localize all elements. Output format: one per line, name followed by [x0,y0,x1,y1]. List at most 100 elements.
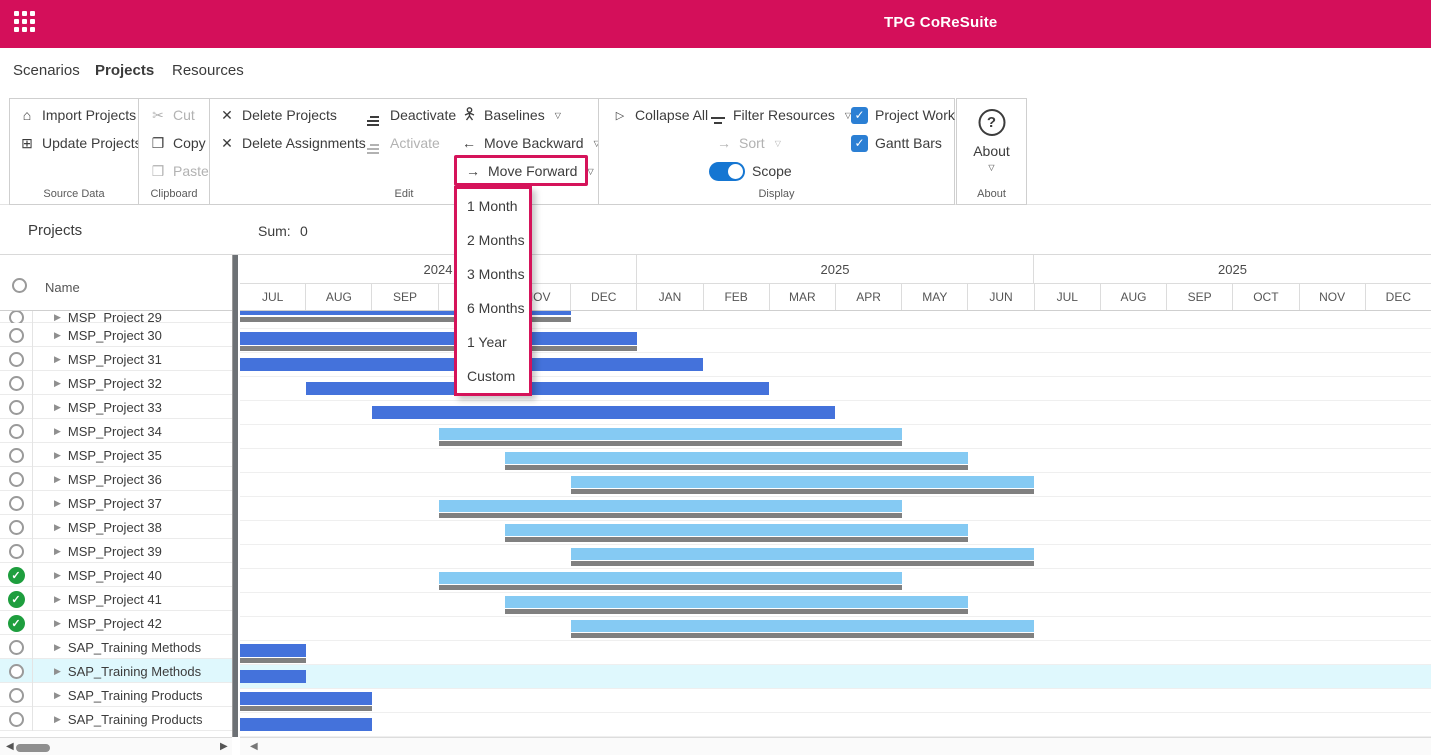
expand-triangle-icon[interactable]: ▶ [54,450,61,461]
table-row[interactable]: ✓▶MSP_Project 41 [0,587,232,611]
table-row[interactable]: ▶MSP_Project 34 [0,419,232,443]
row-radio[interactable] [9,352,24,367]
gantt-bar[interactable] [240,692,372,705]
gantt-row[interactable] [240,425,1431,449]
table-row[interactable]: ▶MSP_Project 30 [0,323,232,347]
table-row[interactable]: ▶MSP_Project 36 [0,467,232,491]
expand-triangle-icon[interactable]: ▶ [54,474,61,485]
gantt-row[interactable] [240,713,1431,737]
row-radio[interactable] [9,640,24,655]
question-mark-icon[interactable]: ? [978,109,1005,136]
row-radio[interactable] [9,520,24,535]
table-row[interactable]: ▶MSP_Project 31 [0,347,232,371]
update-projects-button[interactable]: ⊞ Update Projects [19,132,142,154]
gantt-row[interactable] [240,641,1431,665]
scroll-right-icon[interactable]: ▶ [220,741,228,752]
table-row[interactable]: ▶MSP_Project 35 [0,443,232,467]
cut-button[interactable]: ✂ Cut [150,104,195,126]
toggle-on-icon[interactable] [709,162,745,181]
checked-status-icon[interactable]: ✓ [8,591,25,608]
expand-triangle-icon[interactable]: ▶ [54,312,61,323]
table-row[interactable]: ▶SAP_Training Methods [0,659,232,683]
row-radio[interactable] [9,664,24,679]
gantt-bar[interactable] [439,500,902,512]
table-row[interactable]: ✓▶MSP_Project 40 [0,563,232,587]
table-row[interactable]: ▶MSP_Project 39 [0,539,232,563]
checkbox-checked-icon[interactable]: ✓ [851,135,868,152]
row-radio[interactable] [9,472,24,487]
gantt-row[interactable] [240,617,1431,641]
row-radio[interactable] [9,496,24,511]
activate-button[interactable]: Activate [367,132,440,154]
row-radio[interactable] [9,424,24,439]
row-radio[interactable] [9,400,24,415]
checked-status-icon[interactable]: ✓ [8,567,25,584]
menu-item[interactable]: 1 Year [457,325,529,359]
gantt-row[interactable] [240,689,1431,713]
row-radio[interactable] [9,328,24,343]
scroll-left-icon[interactable]: ◀ [6,741,14,752]
gantt-row[interactable] [240,311,1431,329]
gantt-row[interactable] [240,665,1431,689]
gantt-bar[interactable] [571,620,1034,632]
gantt-bar[interactable] [505,596,968,608]
table-row[interactable]: ▶MSP_Project 37 [0,491,232,515]
baselines-button[interactable]: Baselines ▽ [461,104,561,126]
row-radio[interactable] [9,376,24,391]
expand-triangle-icon[interactable]: ▶ [54,618,61,629]
gantt-row[interactable] [240,521,1431,545]
scroll-left-icon[interactable]: ◀ [250,741,258,752]
expand-triangle-icon[interactable]: ▶ [54,330,61,341]
move-forward-button[interactable]: → Move Forward ▽ [465,160,594,182]
import-projects-button[interactable]: ⌂ Import Projects [19,104,136,126]
pane-splitter[interactable] [232,255,238,737]
expand-triangle-icon[interactable]: ▶ [54,402,61,413]
chevron-down-icon[interactable]: ▽ [957,163,1026,172]
scope-toggle[interactable]: Scope [709,160,792,182]
menu-item[interactable]: 1 Month [457,189,529,223]
gantt-bar[interactable] [372,406,835,419]
gantt-row[interactable] [240,449,1431,473]
expand-triangle-icon[interactable]: ▶ [54,546,61,557]
table-row[interactable]: ✓▶MSP_Project 42 [0,611,232,635]
gantt-bars-checkbox[interactable]: ✓ Gantt Bars [851,132,942,154]
expand-triangle-icon[interactable]: ▶ [54,522,61,533]
expand-triangle-icon[interactable]: ▶ [54,378,61,389]
row-radio[interactable] [9,688,24,703]
paste-button[interactable]: ❒ Paste [150,160,209,182]
delete-assignments-button[interactable]: ✕ Delete Assignments [219,132,366,154]
expand-triangle-icon[interactable]: ▶ [54,714,61,725]
table-row[interactable]: ▶SAP_Training Methods [0,635,232,659]
deactivate-button[interactable]: Deactivate [367,104,456,126]
delete-projects-button[interactable]: ✕ Delete Projects [219,104,337,126]
tab-scenarios[interactable]: Scenarios [13,62,80,79]
expand-triangle-icon[interactable]: ▶ [54,354,61,365]
table-row[interactable]: ▶MSP_Project 38 [0,515,232,539]
about-button[interactable]: About [957,143,1026,159]
expand-triangle-icon[interactable]: ▶ [54,570,61,581]
tab-projects[interactable]: Projects [95,62,154,79]
table-row[interactable]: ▶SAP_Training Products [0,707,232,731]
project-work-checkbox[interactable]: ✓ Project Work [851,104,955,126]
gantt-row[interactable] [240,401,1431,425]
expand-triangle-icon[interactable]: ▶ [54,594,61,605]
menu-item[interactable]: 3 Months [457,257,529,291]
table-row[interactable]: ▶MSP_Project 33 [0,395,232,419]
gantt-bar[interactable] [571,476,1034,488]
sort-button[interactable]: → Sort ▽ [716,132,781,154]
expand-triangle-icon[interactable]: ▶ [54,642,61,653]
move-backward-button[interactable]: ← Move Backward ▽ [461,132,600,154]
gantt-bar[interactable] [505,524,968,536]
gantt-row[interactable] [240,545,1431,569]
select-all-radio[interactable] [12,278,27,293]
gantt-bar[interactable] [306,382,769,395]
expand-triangle-icon[interactable]: ▶ [54,426,61,437]
gantt-h-scrollbar[interactable]: ◀ [240,737,1431,755]
gantt-bar[interactable] [571,548,1034,560]
menu-item[interactable]: 6 Months [457,291,529,325]
copy-button[interactable]: ❐ Copy [150,132,206,154]
app-launcher-icon[interactable] [14,11,40,37]
gantt-row[interactable] [240,329,1431,353]
gantt-row[interactable] [240,593,1431,617]
table-row[interactable]: ▶MSP_Project 29 [0,311,232,323]
